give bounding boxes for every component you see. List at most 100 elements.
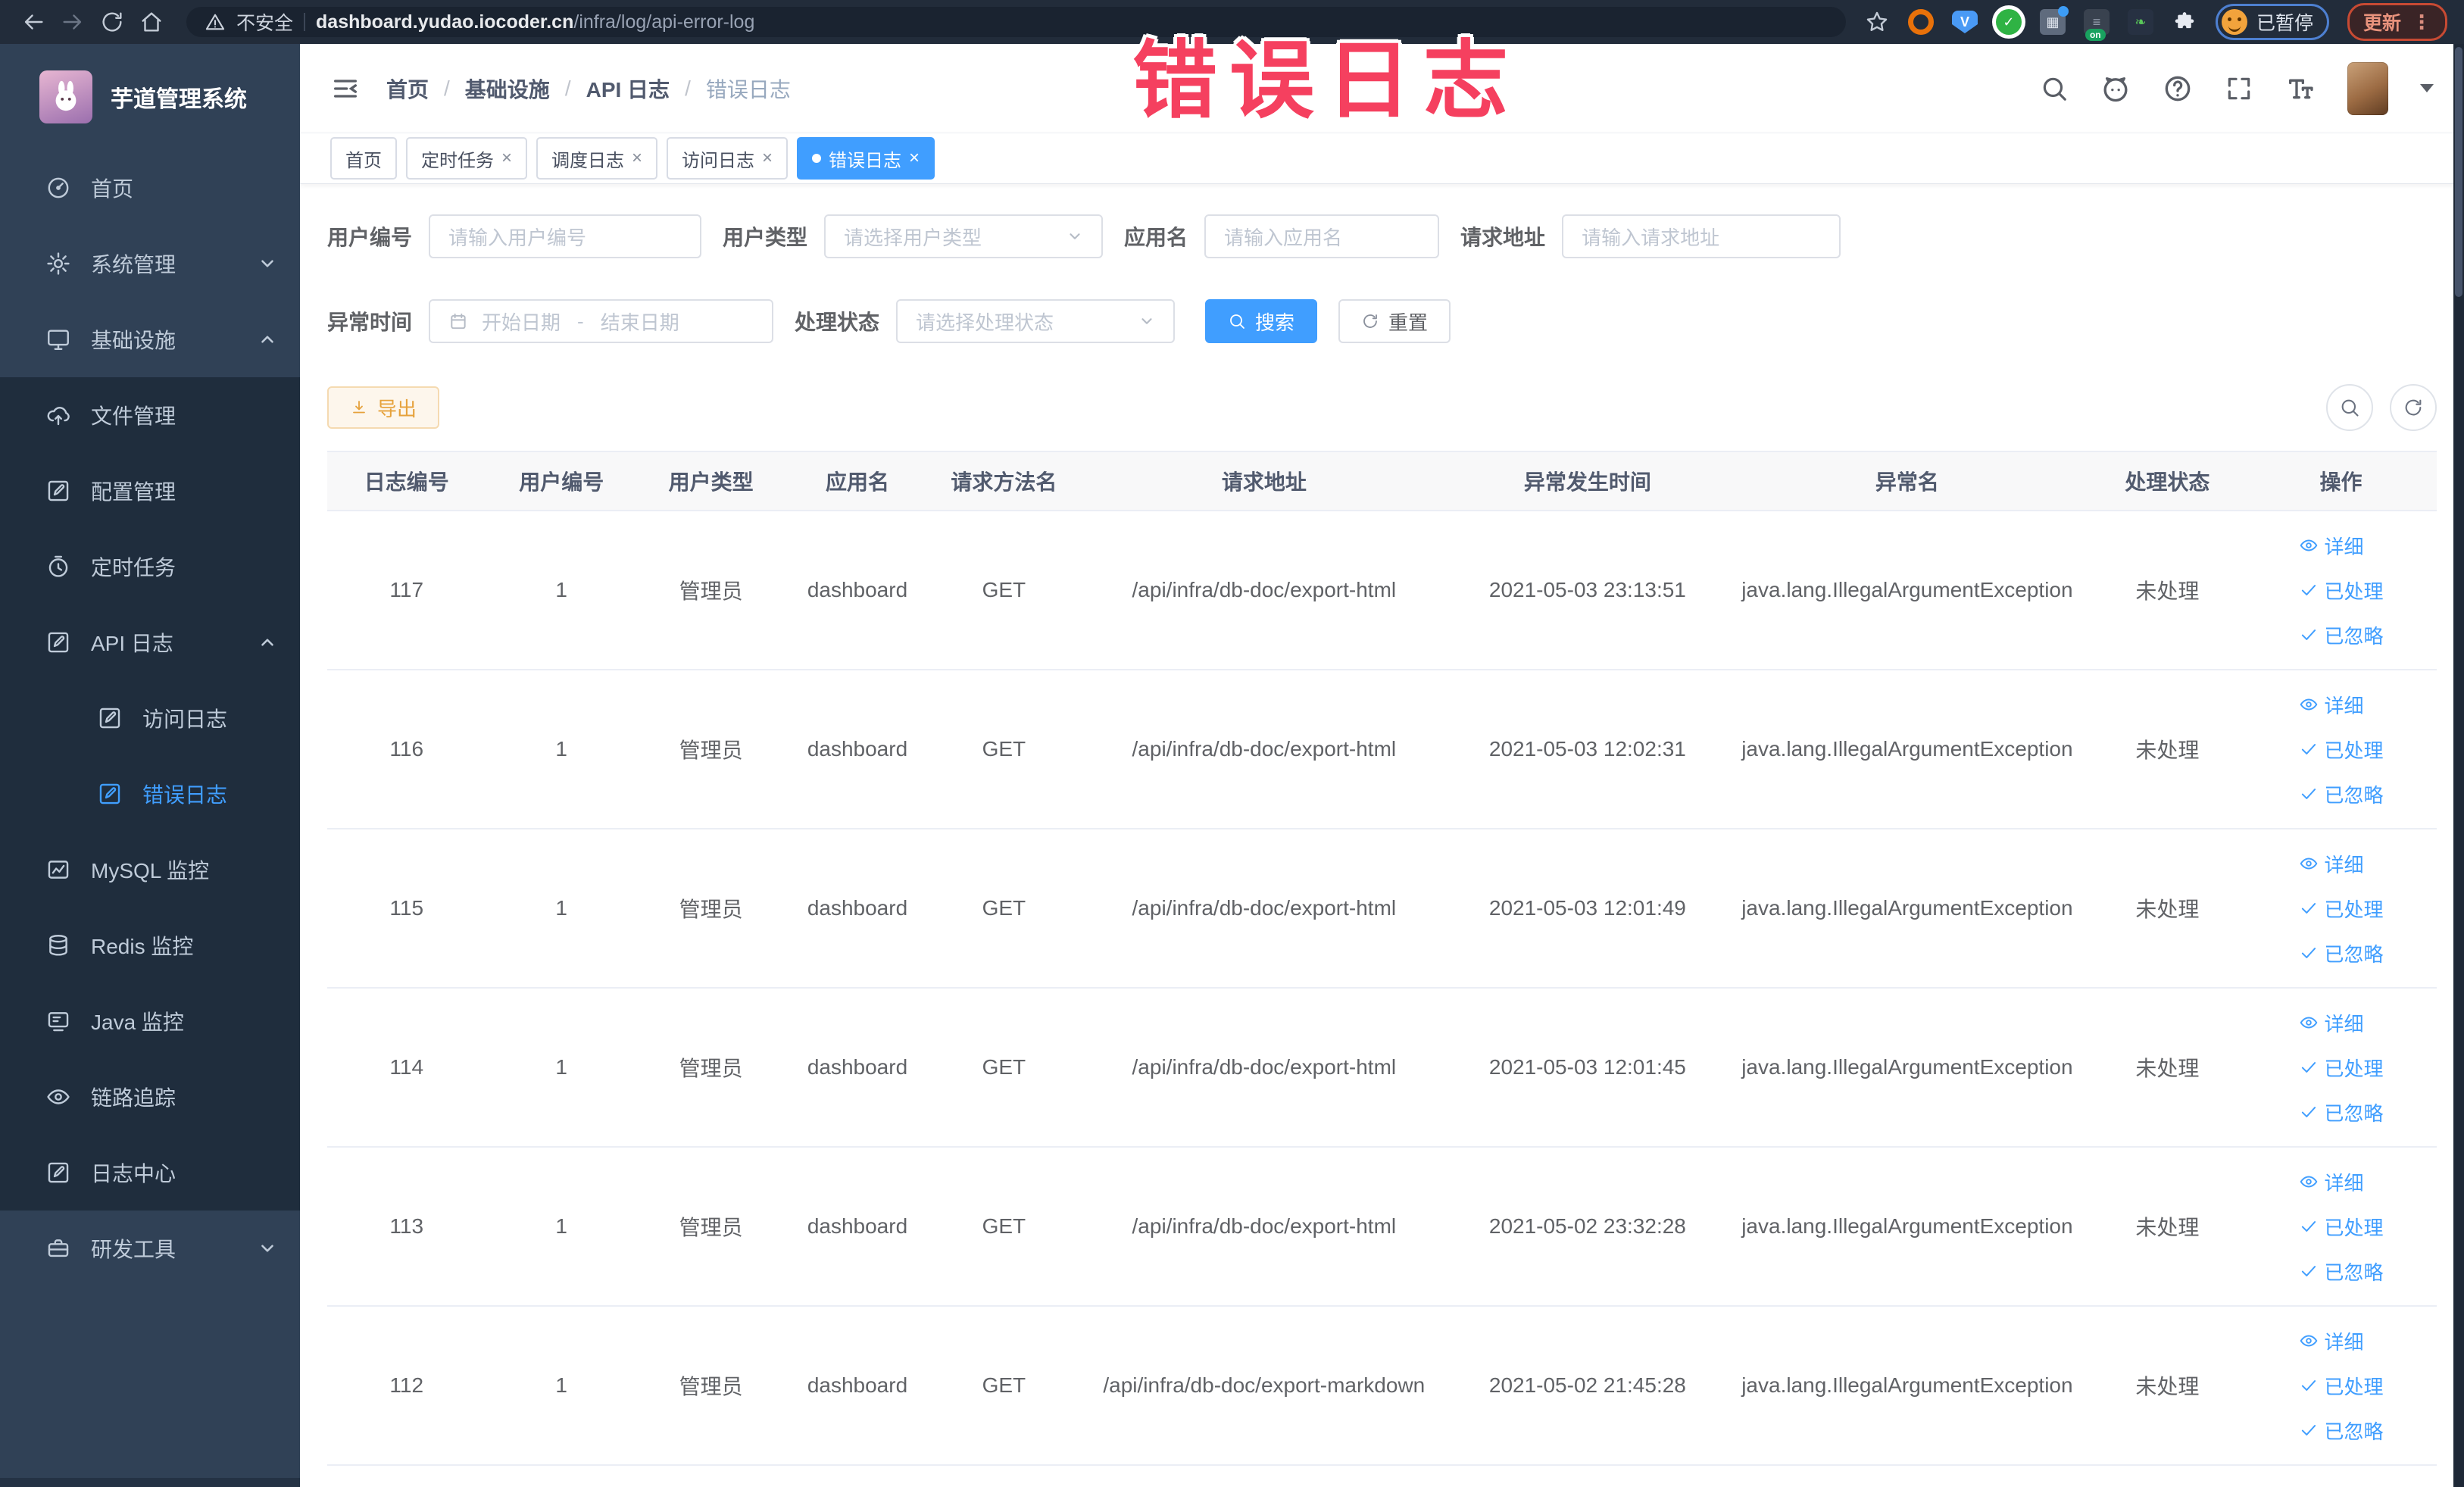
browser-forward-button[interactable] xyxy=(56,5,89,39)
detail-link[interactable]: 详细 xyxy=(2299,850,2364,878)
cell-user-id: 1 xyxy=(486,829,637,989)
sidebar-item-infrastructure[interactable]: 基础设施 xyxy=(0,301,300,377)
tag-access-log[interactable]: 访问日志 × xyxy=(667,137,789,180)
extension-orange-ring-icon[interactable] xyxy=(1907,9,1934,35)
sidebar-item-java-monitor[interactable]: Java 监控 xyxy=(0,983,300,1059)
tag-close-icon[interactable]: × xyxy=(909,149,920,167)
browser-home-button[interactable] xyxy=(135,5,168,39)
browser-menu-kebab-icon[interactable]: ⋮ xyxy=(2412,12,2431,32)
detail-link[interactable]: 详细 xyxy=(2299,691,2364,719)
sidebar-item-scheduled-jobs[interactable]: 定时任务 xyxy=(0,529,300,604)
sidebar-collapse-button[interactable] xyxy=(330,73,361,104)
tag-close-icon[interactable]: × xyxy=(632,149,642,167)
mark-ignored-link[interactable]: 已忽略 xyxy=(2299,1098,2384,1126)
sidebar-item-log-center[interactable]: 日志中心 xyxy=(0,1135,300,1211)
sidebar-item-error-log[interactable]: 错误日志 xyxy=(0,756,300,832)
process-status-label: 处理状态 xyxy=(795,311,880,334)
cell-log-id: 113 xyxy=(327,1147,486,1307)
breadcrumb-api-log[interactable]: API 日志 xyxy=(586,73,670,104)
address-bar[interactable]: 不安全 dashboard.yudao.iocoder.cn/infra/log… xyxy=(186,7,1846,37)
extension-blue-shield-icon[interactable]: V xyxy=(1951,11,1978,33)
col-exception-name: 异常名 xyxy=(1725,451,2090,511)
breadcrumb-home[interactable]: 首页 xyxy=(386,73,429,104)
header-search-icon[interactable] xyxy=(2040,74,2069,103)
tag-close-icon[interactable]: × xyxy=(501,149,512,167)
refresh-table-button[interactable] xyxy=(2390,384,2437,431)
sidebar-item-redis-monitor[interactable]: Redis 监控 xyxy=(0,908,300,983)
mark-ignored-link[interactable]: 已忽略 xyxy=(2299,1257,2384,1286)
user-menu-caret-icon[interactable] xyxy=(2420,84,2434,92)
mark-ignored-link[interactable]: 已忽略 xyxy=(2299,621,2384,649)
detail-link[interactable]: 详细 xyxy=(2299,1168,2364,1196)
check-icon xyxy=(2301,1380,2316,1391)
tag-error-log[interactable]: 错误日志 × xyxy=(797,137,935,180)
cell-user-type: 管理员 xyxy=(636,829,785,989)
extension-grid-icon[interactable]: ▦ xyxy=(2039,6,2069,35)
toggle-search-button[interactable] xyxy=(2326,384,2373,431)
sidebar-item-access-log[interactable]: 访问日志 xyxy=(0,680,300,756)
sidebar-item-trace[interactable]: 链路追踪 xyxy=(0,1059,300,1135)
tag-home[interactable]: 首页 xyxy=(330,137,397,180)
process-status-select[interactable]: 请选择处理状态 xyxy=(896,299,1176,343)
mark-processed-link[interactable]: 已处理 xyxy=(2299,576,2384,604)
detail-link[interactable]: 详细 xyxy=(2299,532,2364,560)
search-button[interactable]: 搜索 xyxy=(1205,299,1318,343)
sidebar-item-dev-tools[interactable]: 研发工具 xyxy=(0,1211,300,1286)
bookmark-star-icon[interactable] xyxy=(1864,9,1890,35)
browser-update-button[interactable]: 更新 ⋮ xyxy=(2347,3,2447,41)
page-scrollbar[interactable] xyxy=(2453,44,2464,1487)
mark-ignored-link[interactable]: 已忽略 xyxy=(2299,780,2384,808)
sidebar-item-system-management[interactable]: 系统管理 xyxy=(0,226,300,301)
extension-green-circle-icon[interactable]: ✓ xyxy=(1995,9,2022,35)
col-process-status: 处理状态 xyxy=(2089,451,2246,511)
detail-link[interactable]: 详细 xyxy=(2299,1009,2364,1037)
reset-button[interactable]: 重置 xyxy=(1338,299,1451,343)
github-icon[interactable] xyxy=(2100,73,2131,104)
mark-processed-link[interactable]: 已处理 xyxy=(2299,1213,2384,1241)
mark-processed-link[interactable]: 已处理 xyxy=(2299,1054,2384,1082)
export-button[interactable]: 导出 xyxy=(327,386,440,429)
request-url-input[interactable]: 请输入请求地址 xyxy=(1562,214,1841,258)
tag-scheduled-jobs[interactable]: 定时任务 × xyxy=(406,137,528,180)
sidebar-item-api-log[interactable]: API 日志 xyxy=(0,604,300,680)
font-size-icon[interactable] xyxy=(2285,73,2316,104)
cell-actions: 详细 已处理 已忽略 xyxy=(2245,988,2437,1148)
infrastructure-submenu: 文件管理 配置管理 定时任务 API 日志 访问日志 错误日志 MySQL 监控… xyxy=(0,377,300,1211)
detail-link[interactable]: 详细 xyxy=(2299,1327,2364,1355)
sidebar-item-file-management[interactable]: 文件管理 xyxy=(0,377,300,453)
sidebar-item-config-management[interactable]: 配置管理 xyxy=(0,453,300,529)
tag-close-icon[interactable]: × xyxy=(762,149,773,167)
user-avatar[interactable] xyxy=(2347,61,2388,115)
browser-reload-button[interactable] xyxy=(95,5,129,39)
table-header-row: 日志编号 用户编号 用户类型 应用名 请求方法名 请求地址 异常发生时间 异常名… xyxy=(327,451,2437,511)
mark-processed-link[interactable]: 已处理 xyxy=(2299,1372,2384,1400)
app-name-input[interactable]: 请输入应用名 xyxy=(1204,214,1440,258)
sidebar: 芋道管理系统 首页 系统管理 基础设施 文件管理 配置管理 定时任务 API 日… xyxy=(0,44,300,1487)
user-type-select[interactable]: 请选择用户类型 xyxy=(824,214,1104,258)
extension-on-badge-icon[interactable]: ≡ on xyxy=(2083,9,2110,41)
col-request-url: 请求地址 xyxy=(1078,451,1451,511)
tag-schedule-log[interactable]: 调度日志 × xyxy=(536,137,658,180)
mark-processed-link[interactable]: 已处理 xyxy=(2299,736,2384,764)
mark-ignored-link[interactable]: 已忽略 xyxy=(2299,1417,2384,1445)
help-icon[interactable] xyxy=(2163,73,2193,104)
col-exception-time: 异常发生时间 xyxy=(1450,451,1725,511)
extension-sprout-icon[interactable]: ❧ xyxy=(2127,9,2153,35)
display-icon xyxy=(48,1012,69,1032)
sidebar-item-mysql-monitor[interactable]: MySQL 监控 xyxy=(0,832,300,908)
breadcrumb-infrastructure[interactable]: 基础设施 xyxy=(465,73,550,104)
exception-time-range-picker[interactable]: 开始日期 - 结束日期 xyxy=(429,299,774,343)
filter-row-1: 用户编号 请输入用户编号 用户类型 请选择用户类型 应用名 请输入应用名 请求地… xyxy=(327,214,2437,258)
scrollbar-thumb[interactable] xyxy=(2455,47,2462,297)
mark-ignored-link[interactable]: 已忽略 xyxy=(2299,939,2384,967)
extensions-puzzle-icon[interactable] xyxy=(2172,9,2197,35)
user-id-input[interactable]: 请输入用户编号 xyxy=(429,214,702,258)
cell-user-id: 1 xyxy=(486,670,637,829)
fullscreen-icon[interactable] xyxy=(2225,74,2253,103)
sidebar-item-home[interactable]: 首页 xyxy=(0,150,300,226)
browser-back-button[interactable] xyxy=(17,5,50,39)
app-logo[interactable]: 芋道管理系统 xyxy=(0,44,300,150)
table-row: 115 1 管理员 dashboard GET /api/infra/db-do… xyxy=(327,829,2437,989)
browser-profile-chip[interactable]: 已暂停 xyxy=(2215,4,2329,40)
mark-processed-link[interactable]: 已处理 xyxy=(2299,895,2384,923)
